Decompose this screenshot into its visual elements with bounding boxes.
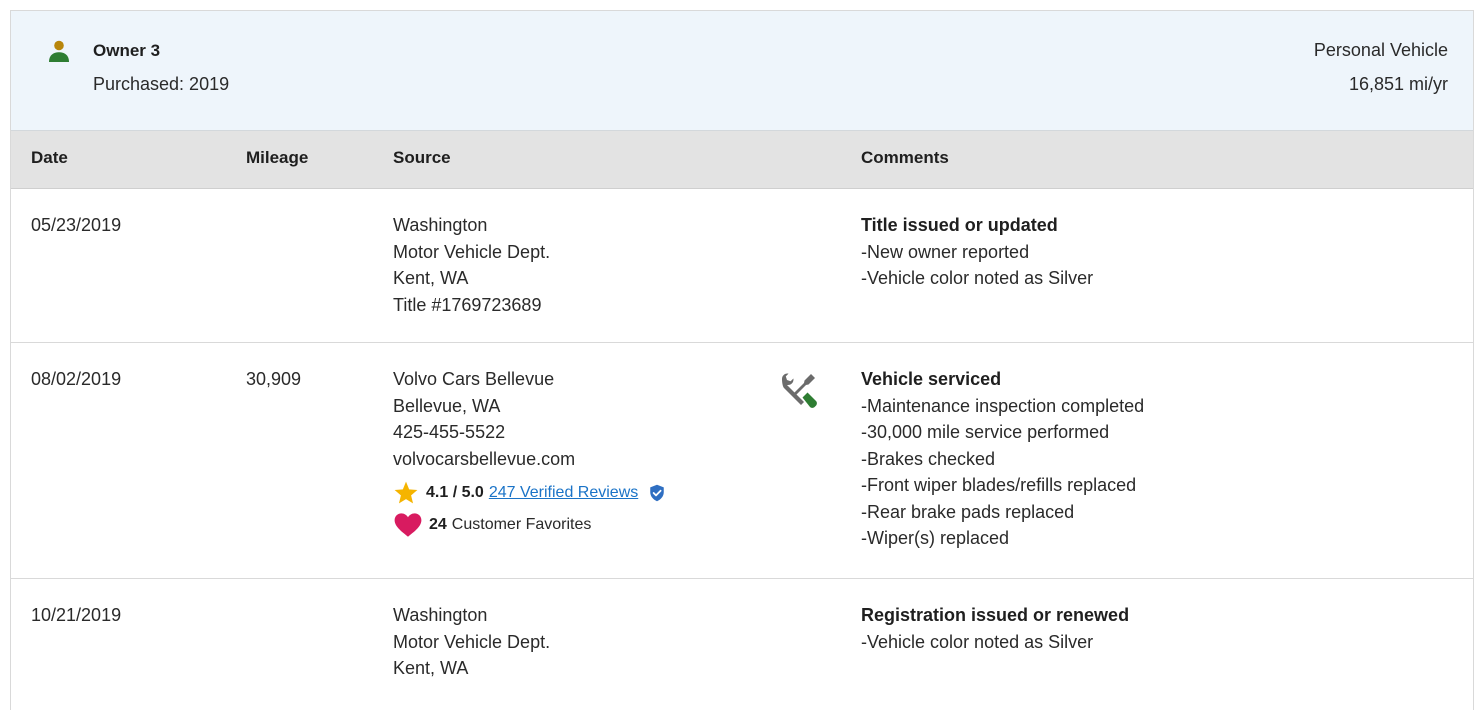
- favorites-count: 24: [429, 515, 447, 533]
- source-line: 425-455-5522: [393, 422, 506, 442]
- owner-header: Owner 3 Purchased: 2019 Personal Vehicle…: [11, 11, 1473, 131]
- favorites-line: 24 Customer Favorites: [393, 512, 666, 538]
- source-line: Kent, WA: [393, 268, 469, 288]
- comment-item: New owner reported: [861, 239, 1093, 266]
- comment-title: Registration issued or renewed: [861, 605, 1130, 625]
- header-source: Source: [393, 148, 451, 167]
- comment-item: Vehicle color noted as Silver: [861, 265, 1093, 292]
- source-line: Bellevue, WA: [393, 395, 501, 416]
- comment-item: Wiper(s) replaced: [861, 525, 1144, 552]
- comment-item: Brakes checked: [861, 446, 1144, 473]
- row-comments: Registration issued or renewed Vehicle c…: [861, 602, 1129, 655]
- owner-usage-type: Personal Vehicle: [1313, 40, 1448, 60]
- source-line: Motor Vehicle Dept.: [393, 631, 551, 652]
- wrench-screwdriver-icon: [782, 373, 817, 408]
- rating-line: 4.1 / 5.0 247 Verified Reviews: [393, 480, 666, 506]
- header-mileage: Mileage: [246, 148, 309, 167]
- source-line: Kent, WA: [393, 658, 469, 678]
- rating-value: 4.1 / 5.0: [426, 483, 484, 501]
- heart-icon: [394, 513, 422, 537]
- verified-shield-icon: [650, 484, 664, 502]
- comment-item: Vehicle color noted as Silver: [861, 629, 1129, 656]
- comment-title: Title issued or updated: [861, 215, 1058, 235]
- source-line: Volvo Cars Bellevue: [393, 369, 555, 389]
- source-line: Title #1769723689: [393, 294, 542, 315]
- comment-item: Front wiper blades/refills replaced: [861, 472, 1144, 499]
- owner-purchased: Purchased: 2019: [93, 74, 230, 94]
- row-date: 08/02/2019: [31, 369, 122, 389]
- header-comments: Comments: [861, 148, 949, 167]
- row-mileage: 30,909: [246, 369, 302, 389]
- header-date: Date: [31, 148, 68, 167]
- table-row: 08/02/2019 30,909 Volvo Cars Bellevue Be…: [11, 343, 1473, 579]
- comment-title: Vehicle serviced: [861, 369, 1002, 389]
- table-row: 05/23/2019 Washington Motor Vehicle Dept…: [11, 189, 1473, 343]
- row-source: Washington Motor Vehicle Dept. Kent, WA …: [393, 212, 550, 318]
- owner-name: Owner 3: [93, 41, 161, 60]
- star-icon: [394, 481, 418, 504]
- row-comments: Vehicle serviced Maintenance inspection …: [861, 366, 1144, 552]
- comment-item: Rear brake pads replaced: [861, 499, 1144, 526]
- verified-reviews-link[interactable]: 247 Verified Reviews: [489, 480, 638, 507]
- person-icon: [49, 40, 69, 62]
- favorites-label: Customer Favorites: [451, 515, 592, 533]
- source-line: volvocarsbellevue.com: [393, 448, 576, 469]
- row-date: 10/21/2019: [31, 605, 122, 625]
- comment-item: 30,000 mile service performed: [861, 419, 1144, 446]
- source-line: Washington: [393, 215, 488, 235]
- owner-miles-per-year: 16,851 mi/yr: [1348, 74, 1448, 94]
- vehicle-history-card: Owner 3 Purchased: 2019 Personal Vehicle…: [10, 10, 1474, 710]
- source-line: Washington: [393, 605, 488, 625]
- source-line: Motor Vehicle Dept.: [393, 241, 551, 262]
- table-row: 10/21/2019 Washington Motor Vehicle Dept…: [11, 579, 1473, 709]
- row-source: Washington Motor Vehicle Dept. Kent, WA: [393, 602, 550, 682]
- table-header: Date Mileage Source Comments: [11, 131, 1473, 189]
- row-comments: Title issued or updated New owner report…: [861, 212, 1093, 292]
- row-date: 05/23/2019: [31, 215, 122, 235]
- comment-item: Maintenance inspection completed: [861, 393, 1144, 420]
- row-source: Volvo Cars Bellevue Bellevue, WA 425-455…: [393, 366, 666, 538]
